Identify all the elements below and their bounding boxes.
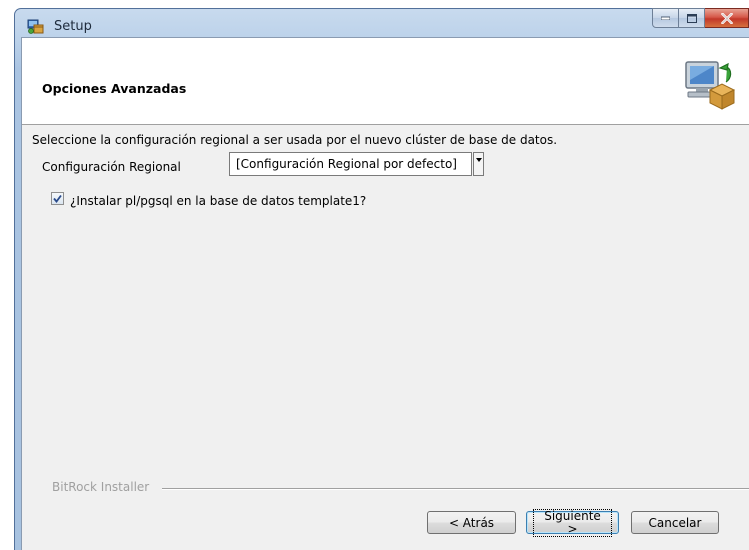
setup-app-icon	[27, 19, 44, 34]
maximize-button[interactable]	[679, 8, 705, 28]
locale-combobox[interactable]: [Configuración Regional por defecto]	[229, 150, 485, 178]
footer-divider	[162, 488, 749, 490]
close-icon	[720, 12, 733, 24]
minimize-button[interactable]	[652, 8, 679, 28]
install-plpgsql-label[interactable]: ¿Instalar pl/pgsql en la base de datos t…	[70, 195, 370, 208]
computer-package-icon	[685, 61, 736, 110]
installer-brand-text: BitRock Installer	[52, 480, 150, 494]
install-plpgsql-checkbox[interactable]	[51, 192, 64, 205]
locale-label: Configuración Regional	[42, 160, 181, 174]
wizard-header: Opciones Avanzadas	[22, 38, 749, 125]
close-button[interactable]	[705, 8, 749, 28]
caption-buttons	[652, 8, 749, 28]
locale-combobox-value[interactable]: [Configuración Regional por defecto]	[229, 152, 472, 176]
checkmark-icon	[53, 194, 62, 203]
title-bar[interactable]: Setup	[15, 8, 749, 39]
chevron-down-icon	[475, 158, 482, 162]
page-title: Opciones Avanzadas	[42, 81, 187, 96]
cancel-button[interactable]: Cancelar	[631, 511, 719, 534]
page-description: Seleccione la configuración regional a s…	[32, 133, 558, 147]
next-button[interactable]: Siguiente >	[526, 508, 619, 537]
window-title: Setup	[54, 19, 92, 34]
maximize-icon	[686, 13, 697, 23]
dialog-client-area: Opciones Avanzadas Seleccione la configu…	[21, 37, 749, 550]
minimize-icon	[661, 16, 670, 20]
next-button-label: Siguiente >	[533, 508, 612, 537]
back-button[interactable]: < Atrás	[427, 511, 516, 534]
locale-dropdown-button[interactable]	[473, 152, 484, 176]
